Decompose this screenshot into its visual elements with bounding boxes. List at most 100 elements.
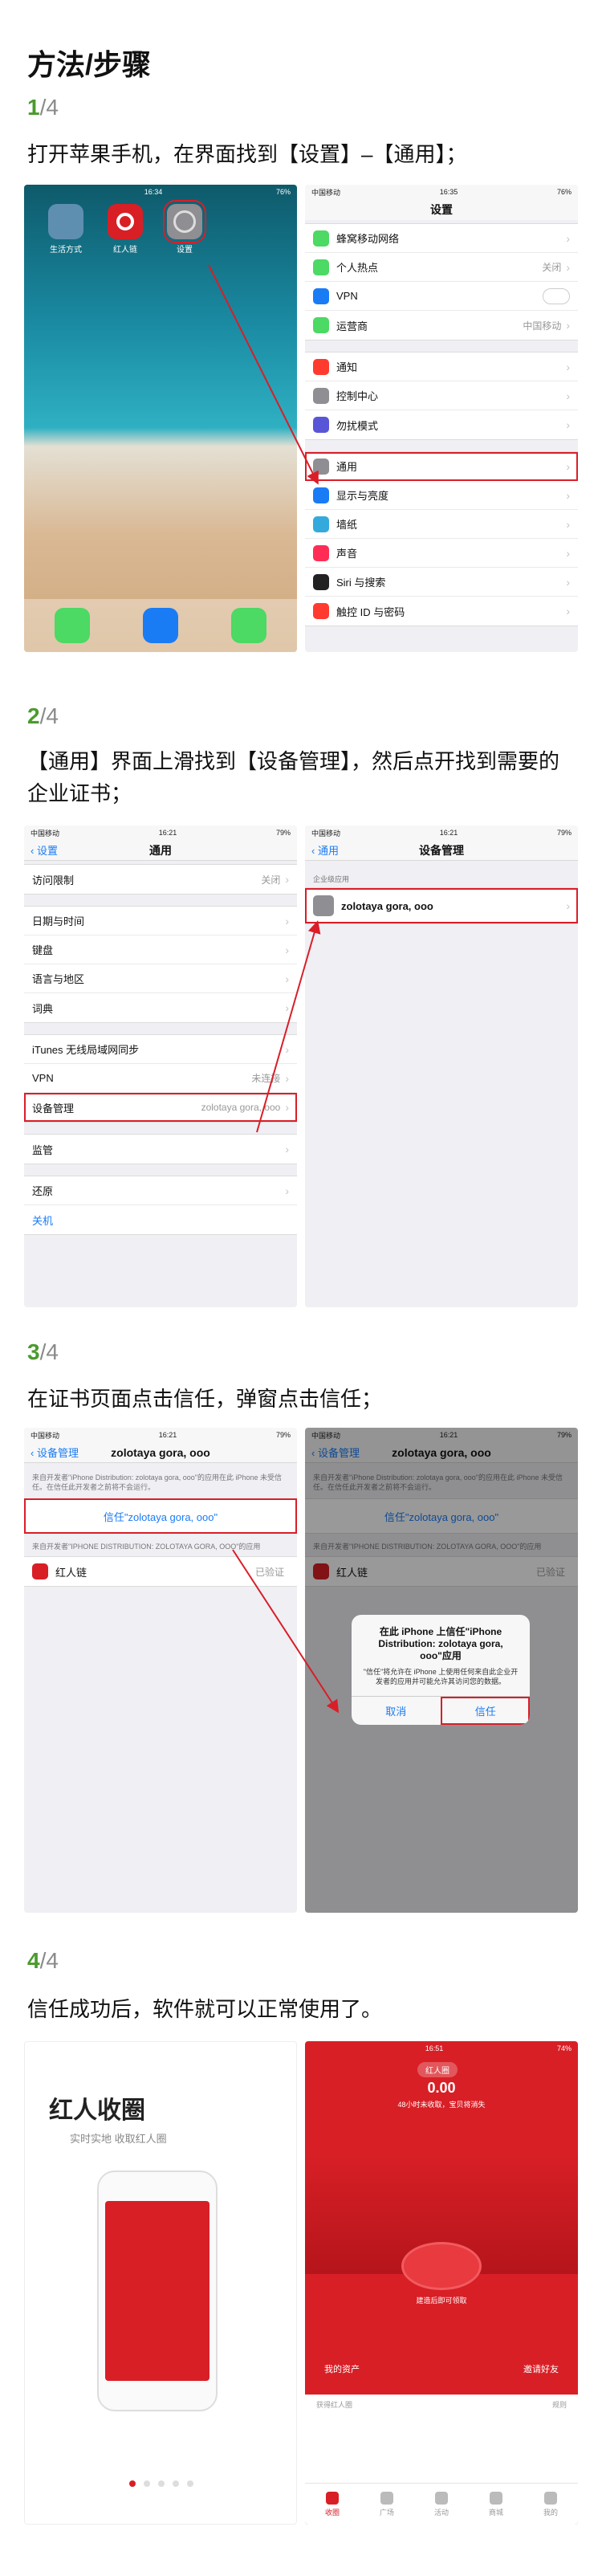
cancel-button[interactable]: 取消 [352,1697,441,1725]
settings-row-siri[interactable]: Siri 与搜索 › [305,568,578,597]
activity-icon [435,2491,448,2505]
safari-icon[interactable] [143,608,178,643]
collect-button[interactable] [401,2242,482,2290]
profile-shot: 中国移动 16:21 79% ‹ 设备管理 zolotaya gora, ooo 来自… [24,1428,297,1913]
display-icon [313,487,329,503]
settings-title: 设置 [430,203,453,216]
apps-section-header: 来自开发者"IPHONE DISTRIBUTION: ZOLOTAYA GORA… [32,1543,261,1551]
general-row-supervision[interactable]: 监管 › [24,1135,297,1164]
alert-message: "信任"将允许在 iPhone 上使用任何来自此企业开发者的应用并可能允许其访问… [363,1668,519,1685]
footer-right[interactable]: 规则 [552,2399,567,2410]
tab-shop[interactable]: 商城 [469,2484,523,2525]
settings-row-sounds[interactable]: 声音 › [305,539,578,568]
settings-row-general[interactable]: 通用 › [305,452,578,481]
shop-icon [490,2491,502,2505]
hongrenlian-app-icon [32,1563,48,1579]
general-row-device-management[interactable]: 设备管理 zolotaya gora, ooo › [24,1093,297,1122]
app-label-lifestyle: 生活方式 [50,246,82,255]
phone-mockup [97,2170,218,2411]
back-button[interactable]: ‹ 设置 [31,842,58,858]
siri-icon [313,573,329,590]
trust-link[interactable]: 信任"zolotaya gora, ooo" [24,1498,297,1534]
device-management-title: 设备管理 [419,843,464,857]
hand-icon [326,2491,339,2505]
settings-row-control-center[interactable]: 控制中心 › [305,381,578,410]
splash-shot: 红人收圈 实时实地 收取红人圈 [24,2041,297,2525]
settings-shot: 中国移动 16:35 76% 设置 蜂窝移动网络 › 个人热点 关闭 › VPN 运营商中… [305,185,578,652]
phone-icon[interactable] [55,608,90,643]
trust-info: 来自开发者"iPhone Distribution: zolotaya gora… [32,1473,283,1491]
trust-alert: 在此 iPhone 上信任"iPhone Distribution: zolot… [352,1615,530,1725]
tab-collect[interactable]: 收圈 [305,2484,360,2525]
tab-square[interactable]: 广场 [360,2484,414,2525]
general-row-dictionary[interactable]: 词典 › [24,993,297,1022]
step-3-number: 3/4 [27,1339,59,1364]
settings-row-notifications[interactable]: 通知 › [305,353,578,381]
tab-me[interactable]: 我的 [523,2484,578,2525]
balance-sub: 48小时未收取，宝贝将消失 [397,2101,486,2109]
step-2-description: 【通用】界面上滑找到【设备管理】，然后点开找到需要的企业证书； [27,749,560,805]
step-3-description: 在证书页面点击信任，弹窗点击信任； [27,1387,383,1411]
vpn-toggle[interactable] [543,287,570,304]
settings-row-cellular[interactable]: 蜂窝移动网络 › [305,224,578,253]
hotspot-icon [313,259,329,275]
general-row-restrictions[interactable]: 访问限制 关闭 › [24,865,297,894]
my-assets-button[interactable]: 我的资产 [324,2362,360,2375]
trust-button[interactable]: 信任 [440,1697,530,1725]
settings-row-touchid[interactable]: 触控 ID 与密码 › [305,597,578,626]
step-1-description: 打开苹果手机，在界面找到【设置】–【通用】； [27,142,467,166]
cellular-icon [313,230,329,247]
app-home-shot: 16:51 74% 红人圈 0.00 48小时未收取，宝贝将消失 建造后即可领取 … [305,2041,578,2525]
section-header: 企业级应用 [313,875,350,883]
carrier-icon [313,317,329,333]
alert-title: 在此 iPhone 上信任"iPhone Distribution: zolot… [378,1626,503,1661]
profile-row[interactable]: zolotaya gora, ooo › [305,888,578,923]
page-dots [129,2480,193,2487]
device-management-shot: 中国移动 16:21 79% ‹ 通用 设备管理 企业级应用 zolotaya gor… [305,825,578,1307]
general-row-reset[interactable]: 还原 › [24,1176,297,1205]
general-row-vpn[interactable]: VPN 未连接 › [24,1064,297,1093]
general-shot: 中国移动 16:21 79% ‹ 设置 通用 访问限制 关闭 › 日期与时间 › 键盘 › 语… [24,825,297,1307]
profile-title: zolotaya gora, ooo [111,1445,210,1459]
general-row-date-time[interactable]: 日期与时间 › [24,907,297,935]
app-row: 红人链 已验证 [24,1557,297,1586]
notifications-icon [313,358,329,375]
page-title: 方法/步骤 [27,48,152,81]
general-row-itunes-sync[interactable]: iTunes 无线局域网同步 › [24,1035,297,1064]
hongrenlian-app-icon[interactable] [108,204,143,239]
balance-amount: 0.00 [427,2080,456,2096]
general-title: 通用 [149,843,172,857]
lifestyle-folder-icon[interactable] [48,204,83,239]
general-row-keyboard[interactable]: 键盘 › [24,935,297,964]
tab-activity[interactable]: 活动 [414,2484,469,2525]
app-label-hongrenlian: 红人链 [113,246,137,255]
app-label-settings: 设置 [177,246,193,255]
home-screen-shot: 16:34 76% 生活方式 红人链 设置 [24,185,297,652]
settings-row-display[interactable]: 显示与亮度 › [305,481,578,510]
dock [24,599,297,652]
settings-row-vpn[interactable]: VPN [305,282,578,311]
speaker-icon [313,544,329,561]
general-row-shutdown[interactable]: 关机 [24,1205,297,1234]
settings-row-dnd[interactable]: 勿扰模式 › [305,410,578,439]
gear-icon [313,458,329,475]
step-4-number: 4/4 [27,1948,59,1973]
step-4-description: 信任成功后，软件就可以正常使用了。 [27,1997,383,2021]
user-icon [544,2491,557,2505]
wallpaper-icon [313,516,329,532]
settings-row-hotspot[interactable]: 个人热点 关闭 › [305,253,578,282]
fingerprint-icon [313,603,329,619]
moon-icon [313,417,329,433]
control-center-icon [313,387,329,404]
grid-icon [380,2491,393,2505]
messages-icon[interactable] [231,608,266,643]
settings-row-carrier[interactable]: 运营商 中国移动 › [305,311,578,340]
general-row-language[interactable]: 语言与地区 › [24,964,297,993]
step-2-number: 2/4 [27,703,59,728]
settings-row-wallpaper[interactable]: 墙纸 › [305,510,578,539]
back-button[interactable]: ‹ 通用 [311,842,339,858]
back-button[interactable]: ‹ 设备管理 [31,1445,79,1460]
center-text: 建造后即可领取 [416,2297,467,2305]
invite-friends-button[interactable]: 邀请好友 [523,2362,559,2375]
settings-app-icon[interactable] [163,200,206,243]
